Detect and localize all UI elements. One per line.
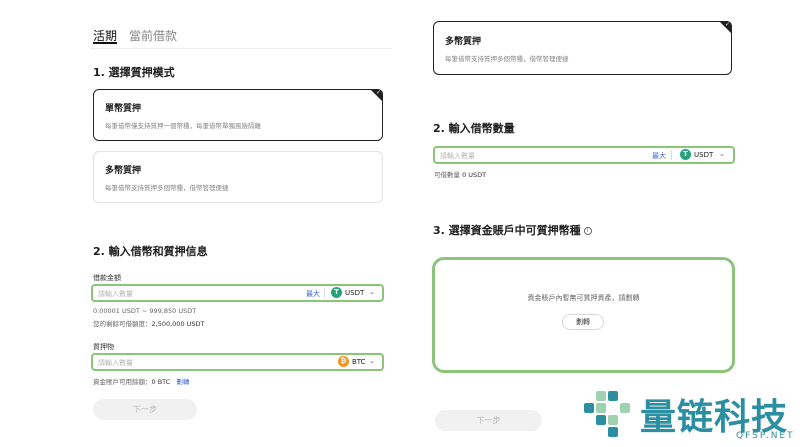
remaining-quota: 您的剩餘可借額度：2,500,000 USDT [93, 318, 205, 328]
check-icon: ✓ [375, 89, 381, 96]
chevron-down-icon[interactable]: ⌄ [369, 357, 375, 365]
available-label: 資金賬戶可用餘額： [93, 378, 152, 386]
watermark-domain: QFSP.NET [736, 431, 795, 441]
collateral-coin-select[interactable]: BTC [352, 358, 366, 366]
logo-mark-icon [584, 391, 630, 437]
remaining-label: 您的剩餘可借額度： [93, 320, 152, 328]
collateral-input[interactable]: 請輸入數量 ₿ BTC ⌄ [91, 353, 384, 371]
chevron-down-icon[interactable]: ⌄ [719, 150, 725, 158]
mode-card-desc: 每筆借幣僅支持質押一個幣種，每筆借幣單獨風險隔離 [105, 122, 261, 130]
tab-loans[interactable]: 當前借款 [129, 27, 177, 44]
tether-icon: T [331, 287, 342, 298]
step2-heading: 2. 輸入借幣和質押信息 [93, 245, 208, 258]
borrowable-label: 可借數量 [434, 171, 460, 179]
tether-icon: T [680, 149, 691, 160]
check-icon: ✓ [724, 21, 730, 28]
mode-card-multi-selected[interactable]: 多幣質押 每筆借幣支持質押多個幣種，借幣管理便捷 ✓ [433, 21, 732, 75]
empty-message: 資金賬戶內暫無可質押資產，請劃轉 [527, 294, 640, 302]
borrow-coin-select[interactable]: USDT [345, 289, 364, 297]
max-button[interactable]: 最大 [652, 151, 666, 161]
borrowable-amount: 可借數量 0 USDT [434, 169, 486, 179]
mode-card-title: 單幣質押 [105, 104, 142, 114]
mode-card-desc: 每筆借幣支持質押多個幣種，借幣管理便捷 [105, 184, 229, 192]
info-icon[interactable]: i [583, 227, 592, 235]
borrow-quantity-input[interactable]: 請輸入數量 最大 T USDT ⌄ [433, 146, 735, 164]
tab-divider [90, 48, 392, 49]
collateral-placeholder: 請輸入數量 [98, 359, 133, 367]
remaining-value: 2,500,000 USDT [151, 320, 205, 328]
mode-card-multi[interactable]: 多幣質押 每筆借幣支持質押多個幣種，借幣管理便捷 [93, 151, 383, 203]
borrow-amount-placeholder: 請輸入數量 [98, 290, 133, 298]
divider [324, 288, 325, 298]
step2-heading-right: 2. 輸入借幣數量 [433, 122, 515, 135]
mode-card-title: 多幣質押 [445, 37, 482, 47]
divider [671, 150, 672, 160]
borrow-amount-label: 借款金額 [93, 274, 121, 282]
mode-card-desc: 每筆借幣支持質押多個幣種，借幣管理便捷 [445, 55, 569, 63]
mode-card-title: 多幣質押 [105, 166, 142, 176]
available-value: 0 BTC [151, 378, 171, 386]
collateral-label: 質押物 [93, 343, 114, 351]
next-button[interactable]: 下一步 [93, 399, 197, 420]
chevron-down-icon[interactable]: ⌄ [369, 288, 375, 296]
borrowable-value: 0 USDT [462, 171, 487, 179]
step3-heading: 3. 選擇資金賬戶中可質押幣種 i [433, 222, 592, 238]
transfer-button[interactable]: 劃轉 [562, 314, 604, 330]
step1-heading: 1. 選擇質押模式 [93, 66, 175, 79]
mode-card-single[interactable]: 單幣質押 每筆借幣僅支持質押一個幣種，每筆借幣單獨風險隔離 ✓ [93, 89, 383, 141]
max-button[interactable]: 最大 [306, 289, 320, 299]
borrow-range: 0.00001 USDT ~ 999,850 USDT [93, 307, 197, 315]
borrow-coin-select[interactable]: USDT [694, 151, 713, 159]
next-button[interactable]: 下一步 [435, 410, 542, 431]
available-balance: 資金賬戶可用餘額：0 BTC 劃轉 [93, 376, 189, 386]
bitcoin-icon: ₿ [338, 356, 349, 367]
collateral-assets-panel: 資金賬戶內暫無可質押資產，請劃轉 劃轉 [432, 257, 735, 373]
borrow-amount-input[interactable]: 請輸入數量 最大 T USDT ⌄ [91, 284, 384, 302]
tab-active-indicator [93, 42, 117, 44]
step3-heading-text: 3. 選擇資金賬戶中可質押幣種 [433, 224, 581, 237]
transfer-link[interactable]: 劃轉 [176, 378, 189, 386]
borrow-quantity-placeholder: 請輸入數量 [440, 152, 475, 160]
